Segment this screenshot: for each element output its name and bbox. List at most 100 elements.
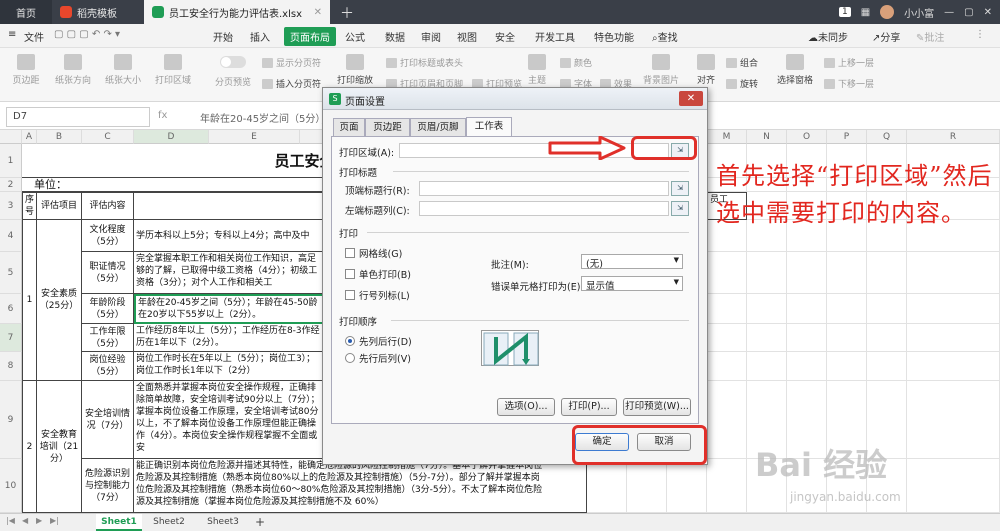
print-preview-dialog-button[interactable]: 打印预览(W)... xyxy=(623,398,691,416)
content-experience[interactable]: 岗位经验（5分） xyxy=(82,352,134,381)
avatar[interactable] xyxy=(880,5,895,19)
content-age[interactable]: 年龄阶段（5分） xyxy=(82,294,134,324)
paper-size-button[interactable]: 纸张大小 xyxy=(100,54,146,86)
grid-cell[interactable] xyxy=(867,352,907,381)
rotate-button[interactable]: 旋转 xyxy=(726,77,758,90)
row-header-3[interactable]: 3 xyxy=(0,192,22,220)
sheet-tab-3[interactable]: Sheet3 xyxy=(200,514,246,531)
seq-2[interactable]: 2 xyxy=(22,381,37,513)
grid-cell[interactable] xyxy=(747,352,787,381)
background-button[interactable]: 背景图片 xyxy=(638,54,684,86)
grid-cell[interactable] xyxy=(867,294,907,324)
header-seq[interactable]: 序号 xyxy=(22,192,37,220)
grid-cell[interactable] xyxy=(867,324,907,352)
menu-security[interactable]: 安全 xyxy=(495,29,515,44)
share-button[interactable]: ↗分享 xyxy=(872,29,900,44)
close-icon[interactable]: ✕ xyxy=(314,7,322,18)
grid-cell[interactable] xyxy=(707,294,747,324)
column-header-D[interactable]: D xyxy=(134,130,209,144)
page-break-toggle[interactable] xyxy=(220,56,246,68)
errors-select[interactable]: 显示值 ▼ xyxy=(581,276,683,292)
grid-cell[interactable] xyxy=(707,459,747,513)
menu-insert[interactable]: 插入 xyxy=(250,29,270,44)
grid-cell[interactable] xyxy=(907,252,1000,294)
row-header-7[interactable]: 7 xyxy=(0,324,22,352)
content-title[interactable]: 职证情况（5分） xyxy=(82,252,134,294)
send-backward-button[interactable]: 下移一层 xyxy=(824,77,874,90)
column-header-R[interactable]: R xyxy=(907,130,1000,144)
tab-margins[interactable]: 页边距 xyxy=(365,118,410,136)
dialog-titlebar[interactable]: S 页面设置 ✕ xyxy=(323,88,707,110)
grid-cell[interactable] xyxy=(907,352,1000,381)
tab-home[interactable]: 首页 xyxy=(0,0,52,24)
standard-hazard[interactable]: 能正确识别本岗位危险源并描述其特性，能确定危险源的风险控制措施（7分）。基本了解… xyxy=(134,459,587,513)
row-header-4[interactable]: 4 xyxy=(0,220,22,252)
rowcol-checkbox[interactable]: 行号列标(L) xyxy=(345,288,410,302)
grid-cell[interactable] xyxy=(627,459,667,513)
item-1[interactable]: 安全素质（25分） xyxy=(37,220,82,381)
page-break-preview-button[interactable]: 分页预览 xyxy=(208,54,258,88)
next-sheet-icon[interactable]: ▶ xyxy=(36,516,42,525)
grid-cell[interactable] xyxy=(707,352,747,381)
grid-cell[interactable] xyxy=(907,294,1000,324)
over-then-down-radio[interactable]: 先行后列(V) xyxy=(345,351,411,365)
comment-button[interactable]: ✎批注 xyxy=(916,29,944,44)
grid-cell[interactable] xyxy=(867,252,907,294)
align-button[interactable]: 对齐 xyxy=(690,54,722,86)
row-header-6[interactable]: 6 xyxy=(0,294,22,324)
menu-data[interactable]: 数据 xyxy=(385,29,405,44)
item-2[interactable]: 安全教育培训（21分） xyxy=(37,381,82,513)
content-education[interactable]: 文化程度（5分） xyxy=(82,220,134,252)
grid-cell[interactable] xyxy=(907,459,1000,513)
show-page-breaks-checkbox[interactable]: 显示分页符 xyxy=(262,56,321,69)
menu-special[interactable]: 特色功能 xyxy=(594,29,634,44)
select-all-corner[interactable] xyxy=(0,130,22,144)
header-content[interactable]: 评估内容 xyxy=(82,192,134,220)
print-area-input[interactable] xyxy=(399,143,669,158)
tab-page[interactable]: 页面 xyxy=(333,118,365,136)
user-name[interactable]: 小小富 xyxy=(904,5,934,20)
menu-view[interactable]: 视图 xyxy=(457,29,477,44)
column-header-O[interactable]: O xyxy=(787,130,827,144)
print-area-button[interactable]: 打印区域 xyxy=(150,54,196,86)
minimize-icon[interactable]: — xyxy=(944,7,954,18)
quick-access-toolbar[interactable]: ▢ ▢ ▢ ↶ ↷ ▾ xyxy=(54,29,120,40)
comments-select[interactable]: (无) ▼ xyxy=(581,254,683,270)
column-header-B[interactable]: B xyxy=(37,130,82,144)
insert-page-break-button[interactable]: 插入分页符 xyxy=(262,77,321,90)
left-cols-picker-icon[interactable]: ⇲ xyxy=(671,201,689,216)
print-button[interactable]: 打印(P)... xyxy=(561,398,617,416)
grid-cell[interactable] xyxy=(827,324,867,352)
menu-find[interactable]: ⌕查找 xyxy=(652,29,678,44)
grid-cell[interactable] xyxy=(907,381,1000,459)
grid-cell[interactable] xyxy=(787,352,827,381)
menu-developer[interactable]: 开发工具 xyxy=(535,29,575,44)
seq-1[interactable]: 1 xyxy=(22,220,37,381)
options-button[interactable]: 选项(O)... xyxy=(497,398,555,416)
bring-forward-button[interactable]: 上移一层 xyxy=(824,56,874,69)
content-training[interactable]: 安全培训情况（7分） xyxy=(82,381,134,459)
colors-button[interactable]: 颜色 xyxy=(560,56,592,69)
new-tab-button[interactable]: ＋ xyxy=(340,3,354,23)
grid-cell[interactable] xyxy=(667,459,707,513)
window-count-badge[interactable]: 1 xyxy=(838,7,851,17)
sheet-tab-2[interactable]: Sheet2 xyxy=(146,514,192,531)
column-header-A[interactable]: A xyxy=(22,130,37,144)
content-years[interactable]: 工作年限（5分） xyxy=(82,324,134,352)
theme-button[interactable]: 主题 xyxy=(520,54,554,86)
grid-cell[interactable] xyxy=(787,324,827,352)
hamburger-icon[interactable]: ≡ xyxy=(8,29,16,40)
row-header-9[interactable]: 9 xyxy=(0,381,22,459)
tab-workbook[interactable]: 员工安全行为能力评估表.xlsx ✕ xyxy=(144,0,330,24)
grid-cell[interactable] xyxy=(827,252,867,294)
sheet-tab-1[interactable]: Sheet1 xyxy=(96,514,142,531)
grid-cell[interactable] xyxy=(827,294,867,324)
grid-cell[interactable] xyxy=(907,324,1000,352)
row-header-10[interactable]: 10 xyxy=(0,459,22,513)
column-header-N[interactable]: N xyxy=(747,130,787,144)
more-icon[interactable]: ⋮ xyxy=(975,29,985,40)
margins-button[interactable]: 页边距 xyxy=(6,54,46,86)
group-button[interactable]: 组合 xyxy=(726,56,758,69)
grid-cell[interactable] xyxy=(587,459,627,513)
content-hazard[interactable]: 危险源识别与控制能力（7分） xyxy=(82,459,134,513)
